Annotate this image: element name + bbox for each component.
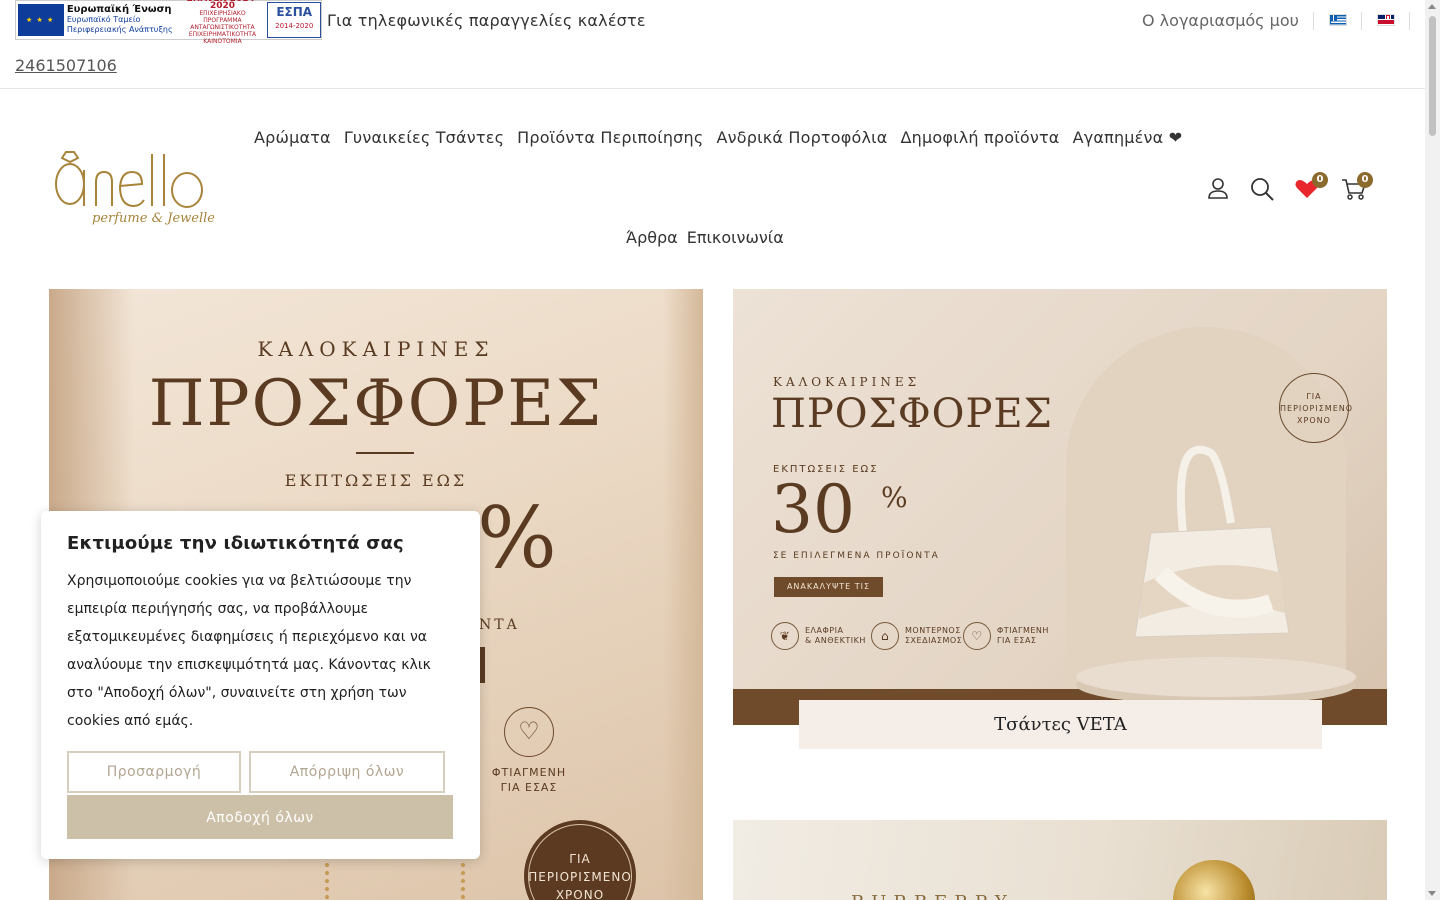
wishlist-count-badge: 0 [1312, 172, 1328, 188]
banner-selected-label: ΣΕ ΕΠΙΛΕΓΜΕΝΑ ΠΡΟΪΟΝΤΑ [773, 551, 940, 561]
stamp-line2: ΠΕΡΙΟΡΙΣΜΕΝΟ [1280, 404, 1354, 413]
nav-item-care-products[interactable]: Προϊόντα Περιποίησης [517, 128, 703, 147]
nav-item-womens-bags[interactable]: Γυναικείες Τσάντες [344, 128, 504, 147]
banner-discount-value: 30 [771, 471, 855, 548]
handbag-image [1134, 445, 1290, 638]
cookie-title: Εκτιμούμε την ιδιωτικότητά σας [67, 533, 404, 554]
en-flag-icon[interactable] [1377, 14, 1395, 26]
cart-count-badge: 0 [1357, 172, 1373, 188]
stamp-line2: ΠΕΡΙΟΡΙΣΜΕΝΟ [528, 870, 632, 884]
nav-item-popular[interactable]: Δημοφιλή προϊόντα [901, 128, 1060, 147]
user-icon[interactable] [1205, 176, 1231, 202]
top-bar: Ευρωπαϊκή Ένωση Ευρωπαϊκό Ταμείο Περιφερ… [0, 0, 1425, 89]
page-scrollbar[interactable] [1425, 0, 1440, 900]
banner-made-for-you: ΦΤΙΑΓΜΕΝΗ ΓΙΑ ΕΣΑΣ [487, 765, 571, 795]
feature-light: ❦ ΕΛΑΦΡΙΑ & ΑΝΘΕΚΤΙΚΗ [771, 622, 866, 650]
my-account-link[interactable]: Ο λογαριασμός μου [1142, 11, 1299, 30]
made-line2: ΓΙΑ ΕΣΑΣ [500, 781, 558, 794]
feature-line2: & ΑΝΘΕΚΤΙΚΗ [805, 636, 866, 645]
summer-offers-banner-right[interactable]: ΚΑΛΟΚΑΙΡΙΝΕΣ ΠΡΟΣΦΟΡΕΣ ΕΚΠΤΩΣΕΙΣ ΕΩΣ 30 … [733, 289, 1387, 725]
banner-pedestal [1076, 657, 1356, 697]
banner-products-label: ΝΤΑ [479, 617, 520, 633]
phone-order-label: Για τηλεφωνικές παραγγελίες καλέστε [327, 11, 646, 30]
main-nav: Αρώματα Γυναικείες Τσάντες Προϊόντα Περι… [254, 128, 1195, 147]
stamp-line3: ΧΡΟΝΟ [1297, 416, 1331, 425]
banner-percent: % [881, 481, 908, 514]
stamp-line1: ΓΙΑ [569, 852, 591, 866]
eu-fund-line2: Περιφερειακής Ανάπτυξης [66, 25, 173, 34]
scroll-up-arrow-icon[interactable] [1428, 4, 1436, 9]
feature-line2: ΓΙΑ ΕΣΑΣ [997, 636, 1037, 645]
main-nav-row2: Άρθρα Επικοινωνία [626, 228, 793, 247]
customize-button[interactable]: Προσαρμογή [67, 751, 241, 793]
banner-divider [356, 452, 414, 454]
separator [1361, 12, 1362, 30]
epanek-sub: ΕΠΙΧΕΙΡΗΣΙΑΚΟ ΠΡΟΓΡΑΜΜΑ ΑΝΤΑΓΩΝΙΣΤΙΚΟΤΗΤ… [188, 9, 257, 45]
eu-fund-line1: Ευρωπαϊκό Ταμείο [66, 15, 141, 24]
feature-modern: ⌂ ΜΟΝΤΕΡΝΟΣ ΣΧΕΔΙΑΣΜΟΣ [871, 622, 962, 650]
heart-outline-icon: ♡ [504, 707, 554, 757]
banner-title: ΠΡΟΣΦΟΡΕΣ [148, 367, 604, 441]
anello-logo-icon: perfume & Jewellery [55, 151, 229, 226]
espa-title: ΕΣΠΑ [276, 5, 313, 19]
site-logo[interactable]: perfume & Jewellery [52, 150, 229, 230]
eu-fund-text: Ευρωπαϊκή Ένωση Ευρωπαϊκό Ταμείο Περιφερ… [67, 5, 180, 35]
banner-discount-label: ΕΚΠΤΩΣΕΙΣ ΕΩΣ [284, 471, 468, 490]
separator [1409, 12, 1410, 30]
nav-item-favorites[interactable]: Αγαπημένα ❤ [1073, 128, 1183, 147]
burberry-banner[interactable]: BURBERRY [733, 820, 1387, 900]
banner-title: ΠΡΟΣΦΟΡΕΣ [771, 391, 1053, 437]
veta-bags-caption[interactable]: Τσάντες VETA [799, 700, 1322, 749]
svg-text:perfume & Jewellery: perfume & Jewellery [92, 211, 214, 226]
funding-banner[interactable]: Ευρωπαϊκή Ένωση Ευρωπαϊκό Ταμείο Περιφερ… [15, 0, 322, 45]
banner-subtitle: ΚΑΛΟΚΑΙΡΙΝΕΣ [257, 337, 495, 361]
limited-time-stamp: ΓΙΑ ΠΕΡΙΟΡΙΣΜΕΝΟ ΧΡΟΝΟ [1279, 373, 1352, 443]
feature-line1: ΦΤΙΑΓΜΕΝΗ [997, 626, 1049, 635]
accept-all-button[interactable]: Αποδοχή όλων [67, 795, 453, 839]
phone-number-link[interactable]: 2461507106 [15, 56, 117, 75]
nav-item-mens-wallets[interactable]: Ανδρικά Πορτοφόλια [716, 128, 887, 147]
search-icon[interactable] [1249, 176, 1275, 202]
epanek-logo: ΕΠΑνΕΚ 2014-2020 ΕΠΙΧΕΙΡΗΣΙΑΚΟ ΠΡΟΓΡΑΜΜΑ… [180, 0, 266, 45]
eu-title: Ευρωπαϊκή Ένωση [66, 4, 172, 15]
eu-flag-icon [18, 4, 64, 36]
banner-subtitle: ΚΑΛΟΚΑΙΡΙΝΕΣ [773, 375, 921, 389]
limited-time-stamp: ΓΙΑ ΠΕΡΙΟΡΙΣΜΕΝΟ ΧΡΟΝΟ [524, 820, 636, 900]
epanek-title: ΕΠΑνΕΚ 2014-2020 [187, 0, 259, 11]
made-line1: ΦΤΙΑΓΜΕΝΗ [491, 766, 567, 779]
stamp-line1: ΓΙΑ [1306, 392, 1322, 401]
brand-text: BURBERRY [851, 892, 1014, 900]
bag-icon: ⌂ [871, 622, 899, 650]
bag-chain-image [325, 855, 465, 900]
nav-item-articles[interactable]: Άρθρα [626, 228, 678, 247]
heart-outline-icon: ♡ [963, 622, 991, 650]
espa-logo: ΕΣΠΑ 2014-2020 [267, 2, 321, 38]
nav-item-perfumes[interactable]: Αρώματα [254, 128, 331, 147]
scrollbar-thumb[interactable] [1429, 16, 1436, 136]
cookie-description: Χρησιμοποιούμε cookies για να βελτιώσουμ… [67, 573, 431, 729]
stamp-line3: ΧΡΟΝΟ [555, 888, 605, 900]
feature-made-for-you: ♡ ΦΤΙΑΓΜΕΝΗ ΓΙΑ ΕΣΑΣ [963, 622, 1049, 650]
banner-discover-button[interactable]: ΑΝΑΚΑΛΥΨΤΕ ΤΙΣ [774, 577, 883, 597]
gr-flag-icon[interactable] [1329, 14, 1347, 26]
separator [1313, 12, 1314, 30]
espa-years: 2014-2020 [275, 22, 314, 30]
leaf-icon: ❦ [771, 622, 799, 650]
nav-item-contact[interactable]: Επικοινωνία [687, 228, 784, 247]
scroll-down-arrow-icon[interactable] [1428, 891, 1436, 896]
feature-line1: ΕΛΑΦΡΙΑ [805, 626, 844, 635]
feature-line2: ΣΧΕΔΙΑΣΜΟΣ [905, 636, 963, 645]
reject-all-button[interactable]: Απόρριψη όλων [249, 751, 445, 793]
cookie-consent-dialog: Εκτιμούμε την ιδιωτικότητά σας Χρησιμοπο… [41, 511, 480, 859]
perfume-bottle-image [1173, 860, 1255, 900]
feature-line1: ΜΟΝΤΕΡΝΟΣ [905, 626, 961, 635]
